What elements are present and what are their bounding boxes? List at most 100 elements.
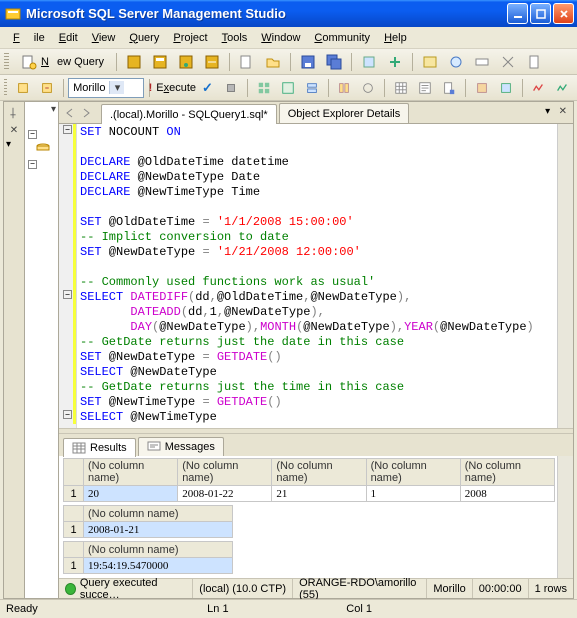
results-scrollbar[interactable] — [557, 456, 573, 578]
tb2-btn-5[interactable] — [253, 77, 275, 99]
tb-btn-8[interactable] — [357, 51, 381, 73]
cell[interactable]: 20 — [84, 486, 178, 502]
menu-community[interactable]: Community — [307, 29, 377, 47]
editor-scrollbar[interactable] — [557, 124, 573, 428]
tb2-btn-7[interactable] — [301, 77, 323, 99]
save-button[interactable] — [296, 51, 320, 73]
tb2-btn-16[interactable] — [551, 77, 573, 99]
table-row[interactable]: 12008-01-21 — [64, 522, 233, 538]
database-combo[interactable]: Morillo ▾ — [68, 78, 144, 98]
app-icon — [5, 6, 21, 22]
fold-icon[interactable]: − — [63, 125, 72, 134]
cell[interactable]: 2008 — [460, 486, 554, 502]
chevron-down-icon[interactable]: ▾ — [6, 139, 22, 155]
cell[interactable]: 2008-01-21 — [84, 522, 233, 538]
success-icon — [65, 583, 76, 595]
results-to-text-button[interactable] — [414, 77, 436, 99]
pin-icon[interactable] — [6, 106, 22, 122]
status-col: Col 1 — [289, 603, 430, 615]
execute-button[interactable]: ! Execute — [154, 77, 194, 99]
table-row[interactable]: 1 20 2008-01-22 21 1 2008 — [64, 486, 555, 502]
toolbar-grip-2[interactable] — [4, 79, 7, 97]
status-time: 00:00:00 — [473, 579, 529, 598]
tb-btn-4[interactable] — [200, 51, 224, 73]
editor-gutter: − − − — [59, 124, 77, 428]
status-ready: Ready — [6, 603, 147, 615]
tab-object-explorer-details[interactable]: Object Explorer Details — [279, 103, 410, 123]
tree-collapse-icon[interactable]: − — [28, 130, 37, 139]
status-line: Ln 1 — [147, 603, 288, 615]
chevron-down-icon[interactable]: ▾ — [51, 104, 56, 118]
tb2-btn-8[interactable] — [333, 77, 355, 99]
tb2-btn-2[interactable] — [36, 77, 58, 99]
cell[interactable]: 1 — [366, 486, 460, 502]
cell[interactable]: 19:54:19.5470000 — [84, 558, 233, 574]
cell[interactable]: 21 — [272, 486, 366, 502]
status-user: ORANGE-RDO\amorillo (55) — [293, 579, 427, 598]
maximize-button[interactable] — [530, 3, 551, 24]
code-editor[interactable]: − − − SET NOCOUNT ON DECLARE @OldDateTim… — [59, 124, 573, 428]
menu-query[interactable]: Query — [122, 29, 166, 47]
tb2-btn-9[interactable] — [357, 77, 379, 99]
tb-btn-14[interactable] — [522, 51, 546, 73]
tb-btn-10[interactable] — [418, 51, 442, 73]
tb-btn-1[interactable] — [122, 51, 146, 73]
open-button[interactable] — [261, 51, 285, 73]
nav-fwd-icon[interactable] — [79, 106, 93, 120]
tb2-btn-1[interactable] — [12, 77, 34, 99]
tb-btn-2[interactable] — [148, 51, 172, 73]
chevron-down-icon[interactable]: ▾ — [541, 106, 555, 120]
col-header[interactable]: (No column name) — [84, 542, 233, 558]
cell[interactable]: 2008-01-22 — [178, 486, 272, 502]
object-explorer-pane: ▾ − − — [25, 101, 59, 599]
parse-button[interactable]: ✓ — [196, 77, 218, 99]
titlebar: Microsoft SQL Server Management Studio — [0, 0, 577, 27]
new-query-button[interactable]: New Query — [14, 51, 111, 73]
results-to-grid-button[interactable] — [390, 77, 412, 99]
col-header[interactable]: (No column name) — [272, 459, 366, 486]
tb-btn-5[interactable] — [235, 51, 259, 73]
fold-icon[interactable]: − — [63, 290, 72, 299]
toolbar-grip[interactable] — [4, 53, 9, 71]
tb-btn-13[interactable] — [496, 51, 520, 73]
col-header[interactable]: (No column name) — [84, 459, 178, 486]
tab-messages[interactable]: Messages — [138, 437, 224, 456]
menu-help[interactable]: Help — [377, 29, 414, 47]
chevron-down-icon[interactable]: ▾ — [109, 81, 124, 94]
menu-project[interactable]: Project — [166, 29, 214, 47]
tab-sqlquery[interactable]: .(local).Morillo - SQLQuery1.sql* — [101, 104, 277, 124]
menu-edit[interactable]: Edit — [52, 29, 85, 47]
tb2-btn-14[interactable] — [495, 77, 517, 99]
minimize-button[interactable] — [507, 3, 528, 24]
tb2-btn-15[interactable] — [527, 77, 549, 99]
document-area: .(local).Morillo - SQLQuery1.sql* Object… — [59, 101, 574, 599]
table-row[interactable]: 119:54:19.5470000 — [64, 558, 233, 574]
tree-collapse-icon[interactable]: − — [28, 160, 37, 169]
fold-icon[interactable]: − — [63, 410, 72, 419]
menu-file[interactable]: File — [6, 29, 52, 47]
col-header[interactable]: (No column name) — [366, 459, 460, 486]
tb2-btn-13[interactable] — [471, 77, 493, 99]
status-rows: 1 rows — [529, 579, 573, 598]
tb-btn-12[interactable] — [470, 51, 494, 73]
tb-btn-11[interactable] — [444, 51, 468, 73]
menu-tools[interactable]: Tools — [215, 29, 255, 47]
col-header[interactable]: (No column name) — [178, 459, 272, 486]
menubar: File Edit View Query Project Tools Windo… — [0, 27, 577, 49]
tb-btn-3[interactable] — [174, 51, 198, 73]
menu-view[interactable]: View — [85, 29, 123, 47]
results-to-file-button[interactable] — [438, 77, 460, 99]
code-text[interactable]: SET NOCOUNT ON DECLARE @OldDateTime date… — [77, 124, 557, 428]
close-tab-icon[interactable]: ✕ — [559, 106, 567, 120]
tb-btn-9[interactable] — [383, 51, 407, 73]
nav-back-icon[interactable] — [63, 106, 77, 120]
close-button[interactable] — [553, 3, 574, 24]
tab-results[interactable]: Results — [63, 438, 136, 457]
stop-button[interactable] — [220, 77, 242, 99]
save-all-button[interactable] — [322, 51, 346, 73]
tb2-btn-6[interactable] — [277, 77, 299, 99]
col-header[interactable]: (No column name) — [460, 459, 554, 486]
menu-window[interactable]: Window — [254, 29, 307, 47]
col-header[interactable]: (No column name) — [84, 506, 233, 522]
close-icon[interactable]: ✕ — [10, 125, 18, 136]
